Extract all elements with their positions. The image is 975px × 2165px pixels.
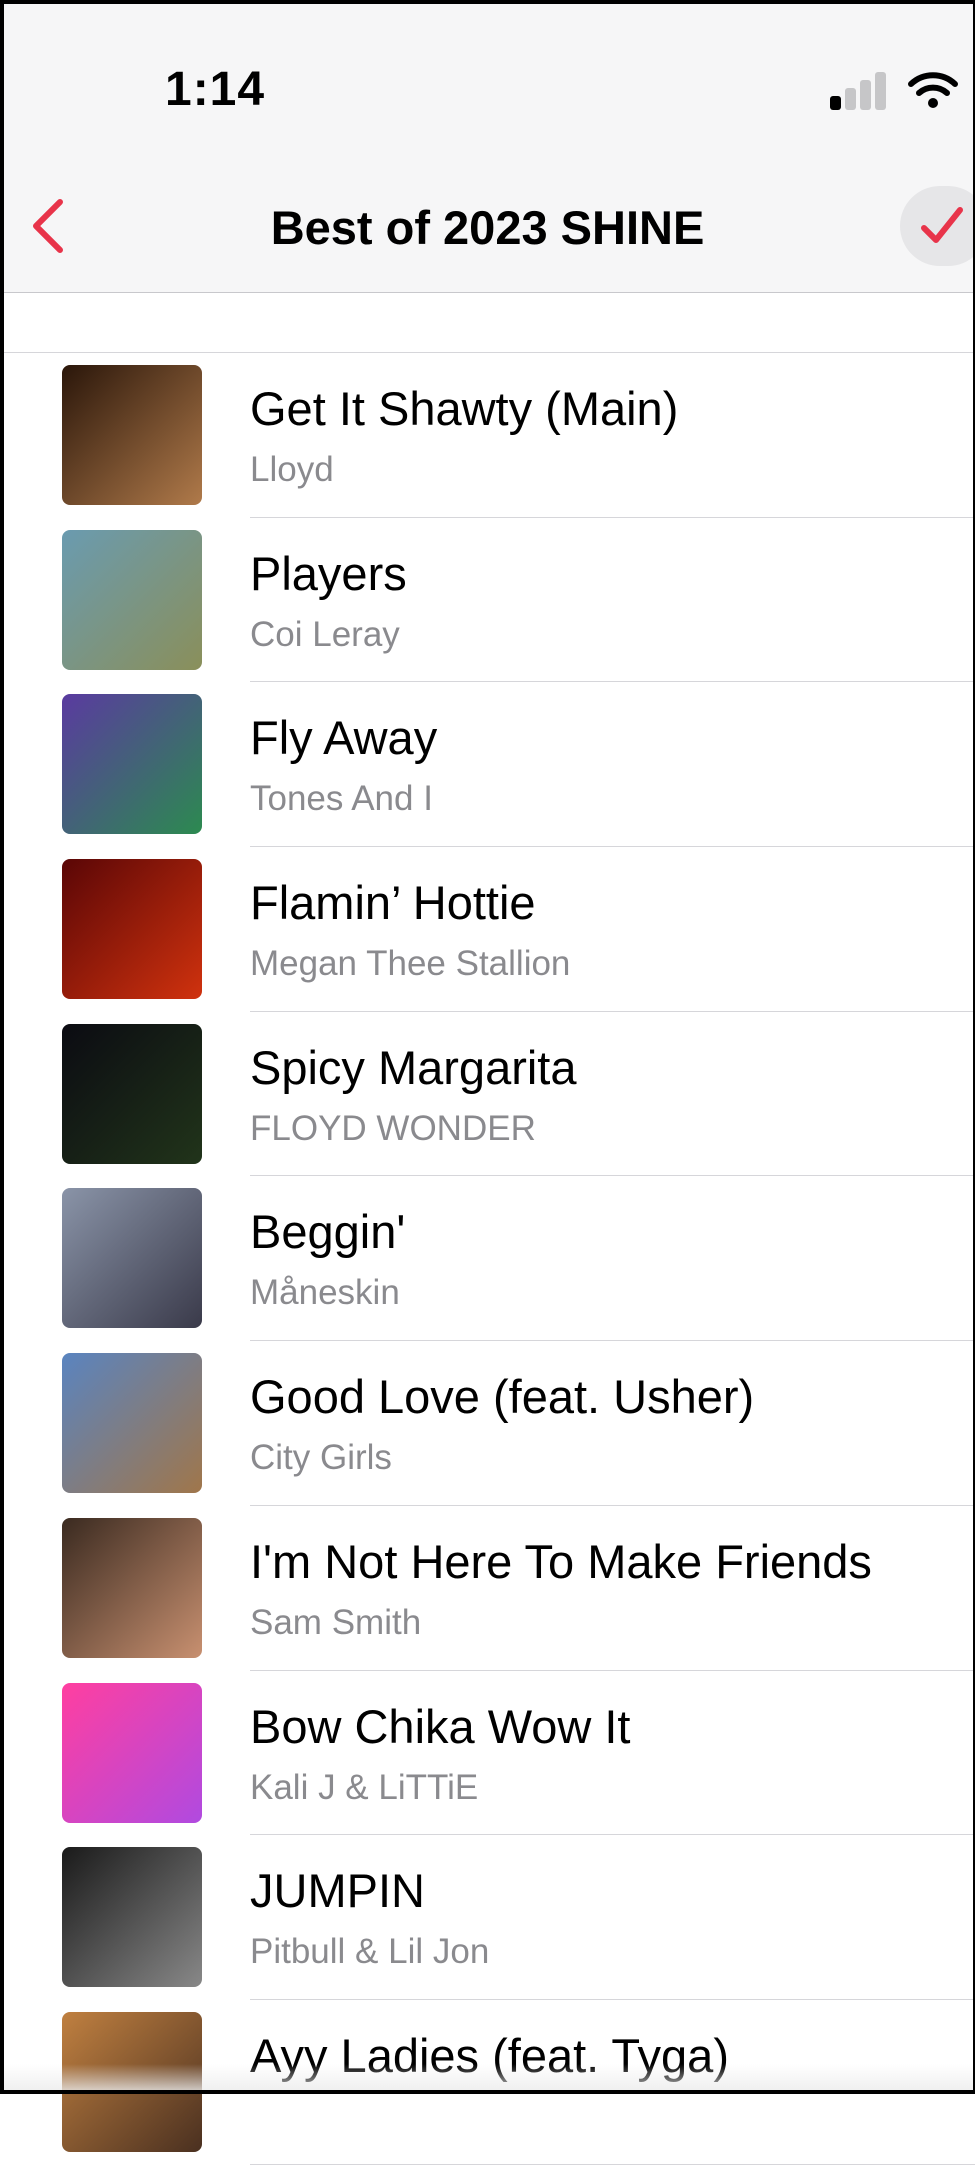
song-artist: Sam Smith [250,1602,422,1642]
album-artwork [62,859,202,1000]
playlist-title: Best of 2023 SHINE [270,201,705,254]
bottom-fade [0,2064,975,2094]
song-row[interactable]: Players Coi Leray [0,518,975,683]
song-title: Get It Shawty (Main) [250,382,679,435]
song-artist: Coi Leray [250,614,400,654]
song-title: I'm Not Here To Make Friends [250,1534,872,1588]
cellular-signal-icon [830,72,890,110]
album-artwork [62,1682,202,1823]
song-artist: Tones And I [250,779,433,819]
song-list: Get It Shawty (Main) Lloyd Players Coi Lera… [0,352,975,2165]
album-artwork [62,694,202,835]
status-bar-time: 1:14 [165,63,266,116]
song-title: Fly Away [250,711,438,765]
song-artist: Kali J & LiTTiE [250,1767,479,1807]
album-artwork [62,529,202,670]
song-title: Spicy Margarita [250,1040,577,1094]
album-artwork [62,1188,202,1329]
song-title: Good Love (feat. Usher) [250,1370,755,1424]
wifi-icon [908,72,958,108]
album-artwork [62,1023,202,1164]
album-artwork [62,365,202,505]
album-artwork [62,1353,202,1494]
song-row[interactable]: Fly Away Tones And I [0,682,975,848]
song-row[interactable]: Beggin' Måneskin [0,1176,975,1342]
done-button[interactable] [900,186,975,266]
song-row[interactable]: Spicy Margarita FLOYD WONDER [0,1012,975,1177]
album-artwork [62,1847,202,1988]
song-row[interactable]: JUMPIN Pitbull & Lil Jon [0,1835,975,2000]
song-artist: Lloyd [250,450,334,489]
song-artist: City Girls [250,1438,392,1478]
song-row[interactable]: Flamin’ Hottie Megan Thee Stallion [0,847,975,1012]
song-artist: Måneskin [250,1273,400,1313]
song-title: Players [250,546,407,600]
checkmark-icon [921,207,963,243]
song-row[interactable]: Get It Shawty (Main) Lloyd [0,353,975,518]
row-separator [250,2163,975,2165]
song-row[interactable]: Good Love (feat. Usher) City Girls [0,1341,975,1506]
song-row[interactable]: I'm Not Here To Make Friends Sam Smith [0,1506,975,1671]
song-artist: Pitbull & Lil Jon [250,1932,490,1972]
song-title: Beggin' [250,1205,406,1259]
song-artist: FLOYD WONDER [250,1108,536,1148]
song-title: Flamin’ Hottie [250,876,536,930]
navigation-header: 1:14 Best of 2023 SHINE [0,0,975,293]
song-title: JUMPIN [250,1864,425,1918]
song-title: Bow Chika Wow It [250,1699,631,1753]
song-row[interactable]: Bow Chika Wow It Kali J & LiTTiE [0,1671,975,1836]
song-artist: Megan Thee Stallion [250,944,571,984]
album-artwork [62,1517,202,1658]
